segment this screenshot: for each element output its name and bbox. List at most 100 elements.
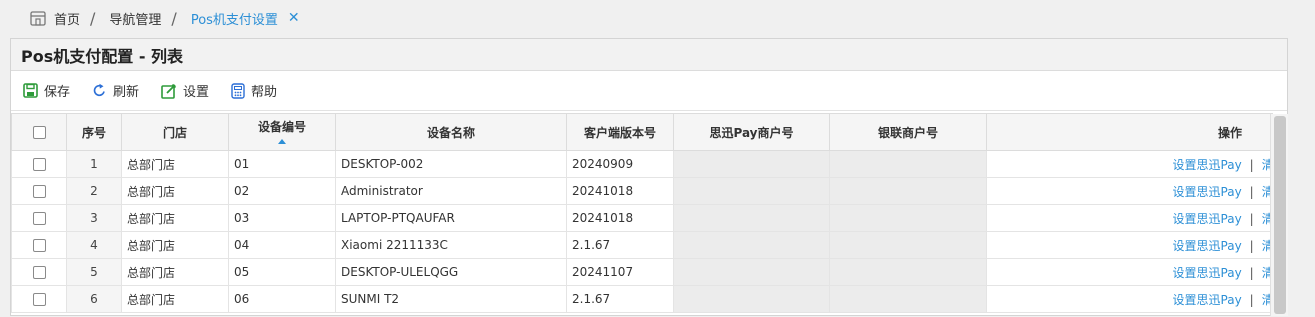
row-checkbox[interactable] (32, 239, 46, 252)
data-grid: 序号 门店 设备编号 设备名称 客户端版本号 思迅Pay商户号 银联商户号 操作… (11, 113, 1273, 317)
breadcrumb: 首页 / 导航管理 / Pos机支付设置 ✕ (0, 0, 1315, 36)
store-cell: 总部门店 (121, 258, 229, 286)
row-checkbox[interactable] (32, 266, 46, 279)
calculator-icon (231, 82, 245, 99)
unionpay-merchant-cell[interactable] (829, 258, 987, 286)
column-header-store[interactable]: 门店 (121, 113, 229, 151)
row-select-cell[interactable] (11, 150, 67, 178)
column-header-device-name[interactable]: 设备名称 (335, 113, 567, 151)
actions-cell: 设置思迅Pay|清空思迅Pay|设置银联|设置银联 (986, 258, 1273, 286)
breadcrumb-separator: / (90, 8, 96, 28)
action-separator: | (1249, 265, 1254, 280)
device-name-cell: DESKTOP-ULELQGG (335, 258, 567, 286)
sixun-merchant-cell[interactable] (673, 150, 830, 178)
store-cell: 总部门店 (121, 285, 229, 313)
client-version-cell: 2.1.67 (566, 285, 674, 313)
store-cell: 总部门店 (121, 231, 229, 259)
device-no-cell: 01 (228, 150, 336, 178)
select-all-checkbox[interactable] (32, 126, 46, 139)
row-select-cell[interactable] (11, 177, 67, 205)
client-version-cell: 20241018 (566, 177, 674, 205)
client-version-cell: 20241018 (566, 204, 674, 232)
sixun-merchant-cell[interactable] (673, 258, 830, 286)
row-checkbox[interactable] (32, 293, 46, 306)
unionpay-merchant-cell[interactable] (829, 177, 987, 205)
column-header-seq: 序号 (66, 113, 122, 151)
action-separator: | (1249, 184, 1254, 199)
set-sixun-pay-link[interactable]: 设置思迅Pay (1173, 158, 1242, 172)
breadcrumb-separator: / (171, 8, 177, 28)
breadcrumb-home[interactable]: 首页 (54, 9, 80, 28)
client-version-cell: 2.1.67 (566, 231, 674, 259)
set-sixun-pay-link[interactable]: 设置思迅Pay (1173, 212, 1242, 226)
close-tab-icon[interactable]: ✕ (288, 10, 300, 26)
unionpay-merchant-cell[interactable] (829, 150, 987, 178)
row-checkbox[interactable] (32, 158, 46, 171)
row-select-cell[interactable] (11, 204, 67, 232)
page-margin (1296, 38, 1315, 316)
vertical-scrollbar[interactable] (1270, 114, 1288, 316)
breadcrumb-nav-management[interactable]: 导航管理 (109, 9, 161, 28)
table-row[interactable]: 4总部门店04Xiaomi 2211133C2.1.67设置思迅Pay|清空思迅… (11, 231, 1273, 259)
actions-cell: 设置思迅Pay|清空思迅Pay|设置银联|设置银联 (986, 177, 1273, 205)
table-row[interactable]: 2总部门店02Administrator20241018设置思迅Pay|清空思迅… (11, 177, 1273, 205)
seq-cell: 2 (66, 177, 122, 205)
device-name-cell: Administrator (335, 177, 567, 205)
device-no-cell: 06 (228, 285, 336, 313)
help-button[interactable]: 帮助 (231, 81, 277, 100)
column-header-unionpay-merchant[interactable]: 银联商户号 (829, 113, 987, 151)
table-header-row: 序号 门店 设备编号 设备名称 客户端版本号 思迅Pay商户号 银联商户号 操作 (11, 113, 1273, 151)
row-select-cell[interactable] (11, 258, 67, 286)
seq-cell: 3 (66, 204, 122, 232)
seq-cell: 5 (66, 258, 122, 286)
list-panel: Pos机支付配置 - 列表 保存 刷新 设置 帮助 序号 门店 设备编号 设备名… (10, 38, 1288, 316)
seq-cell: 4 (66, 231, 122, 259)
unionpay-merchant-cell[interactable] (829, 285, 987, 313)
row-select-cell[interactable] (11, 231, 67, 259)
save-label: 保存 (44, 85, 71, 100)
unionpay-merchant-cell[interactable] (829, 231, 987, 259)
save-button[interactable]: 保存 (23, 81, 70, 100)
client-version-cell: 20240909 (566, 150, 674, 178)
breadcrumb-current[interactable]: Pos机支付设置 (191, 9, 278, 28)
actions-cell: 设置思迅Pay|清空思迅Pay|设置银联|设置银联 (986, 150, 1273, 178)
seq-cell: 1 (66, 150, 122, 178)
sort-ascending-icon (278, 139, 286, 144)
table-row[interactable]: 1总部门店01DESKTOP-00220240909设置思迅Pay|清空思迅Pa… (11, 150, 1273, 178)
device-no-cell: 04 (228, 231, 336, 259)
edit-icon (161, 83, 177, 99)
device-no-cell: 05 (228, 258, 336, 286)
store-cell: 总部门店 (121, 177, 229, 205)
sixun-merchant-cell[interactable] (673, 204, 830, 232)
sixun-merchant-cell[interactable] (673, 285, 830, 313)
unionpay-merchant-cell[interactable] (829, 204, 987, 232)
action-separator: | (1249, 238, 1254, 253)
action-separator: | (1249, 157, 1254, 172)
set-sixun-pay-link[interactable]: 设置思迅Pay (1173, 185, 1242, 199)
row-checkbox[interactable] (32, 185, 46, 198)
sixun-merchant-cell[interactable] (673, 231, 830, 259)
settings-button[interactable]: 设置 (161, 81, 209, 100)
help-label: 帮助 (251, 85, 278, 100)
column-header-device-no[interactable]: 设备编号 (228, 113, 336, 151)
client-version-cell: 20241107 (566, 258, 674, 286)
device-no-cell: 02 (228, 177, 336, 205)
set-sixun-pay-link[interactable]: 设置思迅Pay (1173, 239, 1242, 253)
home-icon[interactable] (30, 10, 46, 26)
row-select-cell[interactable] (11, 285, 67, 313)
column-header-client-version[interactable]: 客户端版本号 (566, 113, 674, 151)
scrollbar-thumb[interactable] (1274, 116, 1286, 314)
set-sixun-pay-link[interactable]: 设置思迅Pay (1173, 266, 1242, 280)
table-row[interactable]: 6总部门店06SUNMI T22.1.67设置思迅Pay|清空思迅Pay|设置银… (11, 285, 1273, 313)
actions-cell: 设置思迅Pay|清空思迅Pay|设置银联|设置银联 (986, 231, 1273, 259)
action-separator: | (1249, 211, 1254, 226)
column-header-sixun-merchant[interactable]: 思迅Pay商户号 (673, 113, 830, 151)
set-sixun-pay-link[interactable]: 设置思迅Pay (1173, 293, 1242, 307)
table-row[interactable]: 5总部门店05DESKTOP-ULELQGG20241107设置思迅Pay|清空… (11, 258, 1273, 286)
sixun-merchant-cell[interactable] (673, 177, 830, 205)
device-name-cell: DESKTOP-002 (335, 150, 567, 178)
row-checkbox[interactable] (32, 212, 46, 225)
select-all-header[interactable] (11, 113, 67, 151)
refresh-button[interactable]: 刷新 (92, 81, 139, 100)
table-row[interactable]: 3总部门店03LAPTOP-PTQAUFAR20241018设置思迅Pay|清空… (11, 204, 1273, 232)
